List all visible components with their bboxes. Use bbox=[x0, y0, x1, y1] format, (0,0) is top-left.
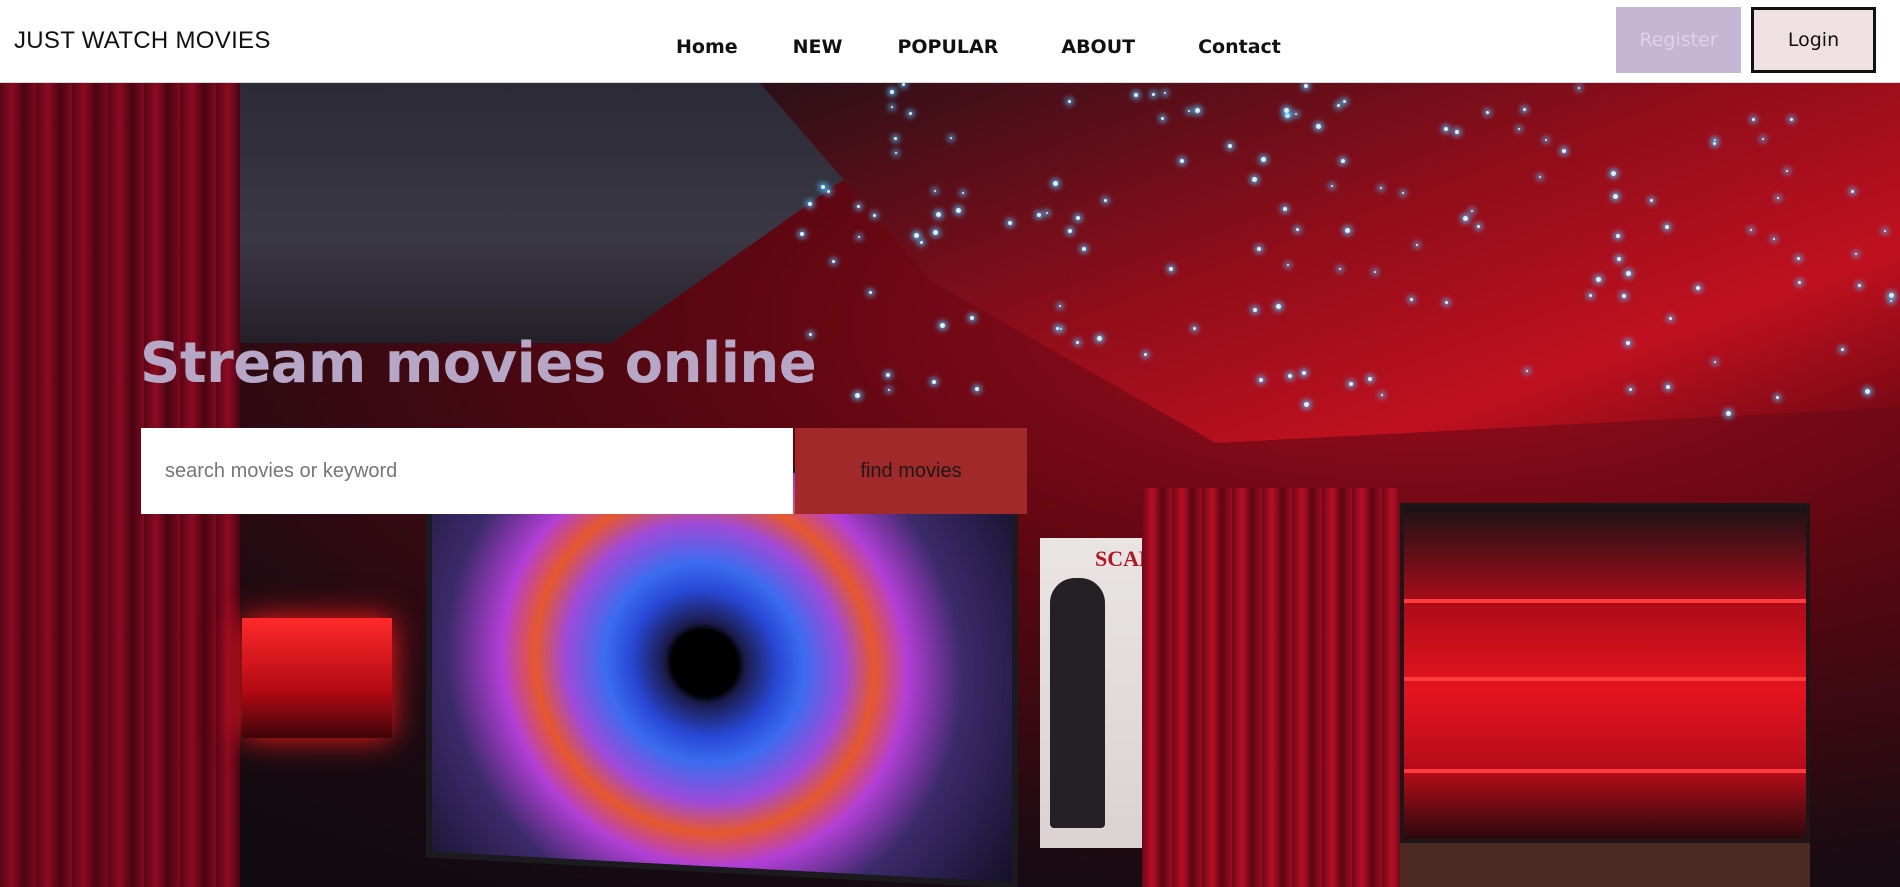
hero-background-star-ceiling bbox=[760, 83, 1900, 443]
hero-background-bar-shelves bbox=[1400, 503, 1810, 843]
ceiling-star bbox=[857, 235, 860, 238]
ceiling-star bbox=[869, 291, 873, 295]
site-header: JUST WATCH MOVIES Home NEW POPULAR ABOUT… bbox=[0, 0, 1900, 83]
register-button[interactable]: Register bbox=[1616, 7, 1741, 73]
brand-logo-text[interactable]: JUST WATCH MOVIES bbox=[14, 27, 271, 55]
hero-background-right-curtain bbox=[1142, 488, 1400, 887]
find-movies-button[interactable]: find movies bbox=[795, 428, 1027, 514]
login-button[interactable]: Login bbox=[1751, 7, 1876, 73]
ceiling-star bbox=[856, 204, 860, 208]
ceiling-star bbox=[831, 260, 835, 264]
nav-new-link[interactable]: NEW bbox=[793, 36, 843, 58]
nav-contact-link[interactable]: Contact bbox=[1198, 36, 1281, 58]
nav-home-link[interactable]: Home bbox=[676, 36, 738, 58]
hero-background-poster: SCARFA bbox=[1040, 538, 1183, 848]
ceiling-star bbox=[800, 231, 805, 236]
nav-about-link[interactable]: ABOUT bbox=[1061, 36, 1135, 58]
hero-background-red-niche bbox=[242, 618, 392, 738]
hero-headline: Stream movies online bbox=[140, 330, 817, 396]
ceiling-star bbox=[855, 392, 861, 398]
search-input[interactable] bbox=[141, 428, 793, 514]
ceiling-star bbox=[939, 323, 945, 329]
main-nav: Home NEW POPULAR ABOUT Contact bbox=[676, 36, 1281, 58]
ceiling-star bbox=[975, 386, 980, 391]
hero-section: SCARFA Stream movies online find movies bbox=[0, 83, 1900, 887]
ceiling-star bbox=[887, 388, 890, 391]
ceiling-star bbox=[969, 316, 974, 321]
hero-background-cabinet bbox=[1400, 843, 1810, 887]
nav-popular-link[interactable]: POPULAR bbox=[897, 36, 998, 58]
ceiling-star bbox=[886, 373, 891, 378]
ceiling-star bbox=[932, 379, 937, 384]
